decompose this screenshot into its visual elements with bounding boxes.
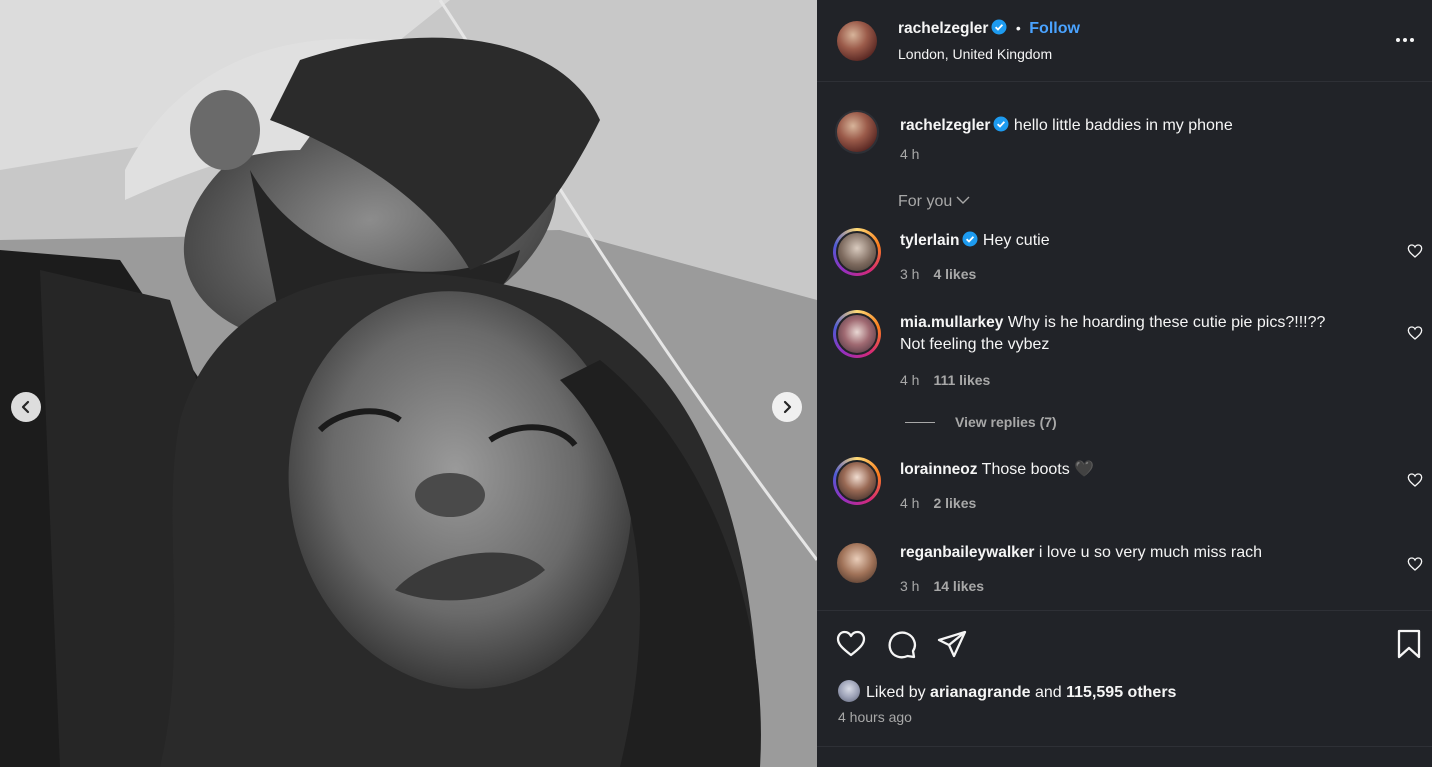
comment-time[interactable]: 3 h: [900, 266, 919, 282]
author-avatar[interactable]: [837, 21, 877, 61]
comment-text-block: lorainneoz Those boots 🖤: [900, 459, 1370, 481]
arrow-right-icon: [783, 400, 792, 414]
comment-likes[interactable]: 4 likes: [933, 266, 976, 282]
post-photo[interactable]: [0, 0, 817, 767]
bottom-divider: [817, 746, 1432, 747]
commenter-username[interactable]: mia.mullarkey: [900, 314, 1003, 331]
commenter-avatar[interactable]: [837, 543, 877, 583]
view-replies-button[interactable]: View replies (7): [905, 414, 1057, 430]
post-time[interactable]: 4 hours ago: [838, 709, 912, 725]
next-photo-button[interactable]: [772, 392, 802, 422]
verified-icon: [993, 116, 1009, 132]
verified-icon: [962, 231, 978, 247]
commenter-username[interactable]: reganbaileywalker: [900, 544, 1034, 561]
bookmark-icon[interactable]: [1393, 628, 1425, 660]
commenter-avatar[interactable]: [833, 228, 881, 276]
comment-item: lorainneoz Those boots 🖤 4 h 2 likes: [833, 457, 1423, 517]
comment-meta: 3 h 14 likes: [900, 578, 984, 594]
post-header: rachelzegler • Follow London, United Kin…: [817, 0, 1432, 82]
follow-button[interactable]: Follow: [1029, 20, 1080, 37]
comment-text: Hey cutie: [982, 232, 1050, 249]
comment-filter-dropdown[interactable]: For you: [898, 193, 970, 211]
caption-username[interactable]: rachelzegler: [900, 117, 990, 134]
author-line: rachelzegler • Follow: [898, 19, 1080, 38]
likes-and: and: [1034, 684, 1062, 701]
comment-icon[interactable]: [886, 628, 918, 660]
heart-icon[interactable]: [1407, 243, 1423, 259]
comment-item: reganbaileywalker i love u so very much …: [833, 540, 1423, 600]
comment-text-block: tylerlain Hey cutie: [900, 230, 1370, 252]
share-icon[interactable]: [936, 628, 968, 660]
verified-icon: [991, 19, 1007, 35]
likes-summary: Liked by arianagrande and 115,595 others: [838, 680, 1176, 702]
heart-icon[interactable]: [835, 628, 867, 660]
likes-others-count[interactable]: 115,595 others: [1066, 684, 1176, 701]
post-side-panel: rachelzegler • Follow London, United Kin…: [817, 0, 1432, 767]
comment-likes[interactable]: 111 likes: [933, 372, 990, 388]
separator-dot: •: [1015, 20, 1021, 36]
commenter-username[interactable]: lorainneoz: [900, 461, 978, 478]
caption-text: hello little baddies in my phone: [1013, 117, 1233, 134]
liker-username[interactable]: arianagrande: [930, 684, 1030, 701]
previous-photo-button[interactable]: [11, 392, 41, 422]
comment-item: mia.mullarkey Why is he hoarding these c…: [833, 310, 1423, 390]
liker-avatar[interactable]: [838, 680, 860, 702]
comment-text: Those boots 🖤: [981, 461, 1095, 478]
comment-time[interactable]: 4 h: [900, 495, 919, 511]
heart-icon[interactable]: [1407, 556, 1423, 572]
post-location[interactable]: London, United Kingdom: [898, 46, 1052, 62]
author-username[interactable]: rachelzegler: [898, 20, 988, 37]
comment-likes[interactable]: 2 likes: [933, 495, 976, 511]
likes-prefix: Liked by: [866, 684, 926, 701]
caption-avatar[interactable]: [835, 110, 879, 154]
comment-meta: 4 h 111 likes: [900, 372, 990, 388]
heart-icon[interactable]: [1407, 472, 1423, 488]
caption-time[interactable]: 4 h: [900, 146, 919, 162]
view-replies-label: View replies (7): [955, 414, 1057, 430]
comment-likes[interactable]: 14 likes: [933, 578, 984, 594]
comment-text-block: reganbaileywalker i love u so very much …: [900, 542, 1370, 564]
comment-text: i love u so very much miss rach: [1038, 544, 1263, 561]
chevron-down-icon: [956, 196, 970, 204]
heart-icon[interactable]: [1407, 325, 1423, 341]
commenter-username[interactable]: tylerlain: [900, 232, 959, 249]
photo-image: [0, 0, 817, 767]
more-options-icon[interactable]: [1394, 29, 1416, 51]
caption-text-block: rachelzegler hello little baddies in my …: [900, 115, 1400, 137]
comment-meta: 3 h 4 likes: [900, 266, 976, 282]
actions-divider: [817, 610, 1432, 611]
comment-time[interactable]: 3 h: [900, 578, 919, 594]
arrow-left-icon: [21, 400, 30, 414]
comment-text-block: mia.mullarkey Why is he hoarding these c…: [900, 312, 1370, 356]
comment-text: Why is he hoarding these cutie pie pics?…: [1007, 314, 1326, 331]
comment-meta: 4 h 2 likes: [900, 495, 976, 511]
comment-item: tylerlain Hey cutie 3 h 4 likes: [833, 228, 1423, 288]
comment-filter-label: For you: [898, 193, 953, 210]
comment-time[interactable]: 4 h: [900, 372, 919, 388]
replies-divider: [905, 422, 935, 423]
comment-text-line-2: Not feeling the vybez: [900, 336, 1050, 353]
commenter-avatar[interactable]: [833, 310, 881, 358]
commenter-avatar[interactable]: [833, 457, 881, 505]
